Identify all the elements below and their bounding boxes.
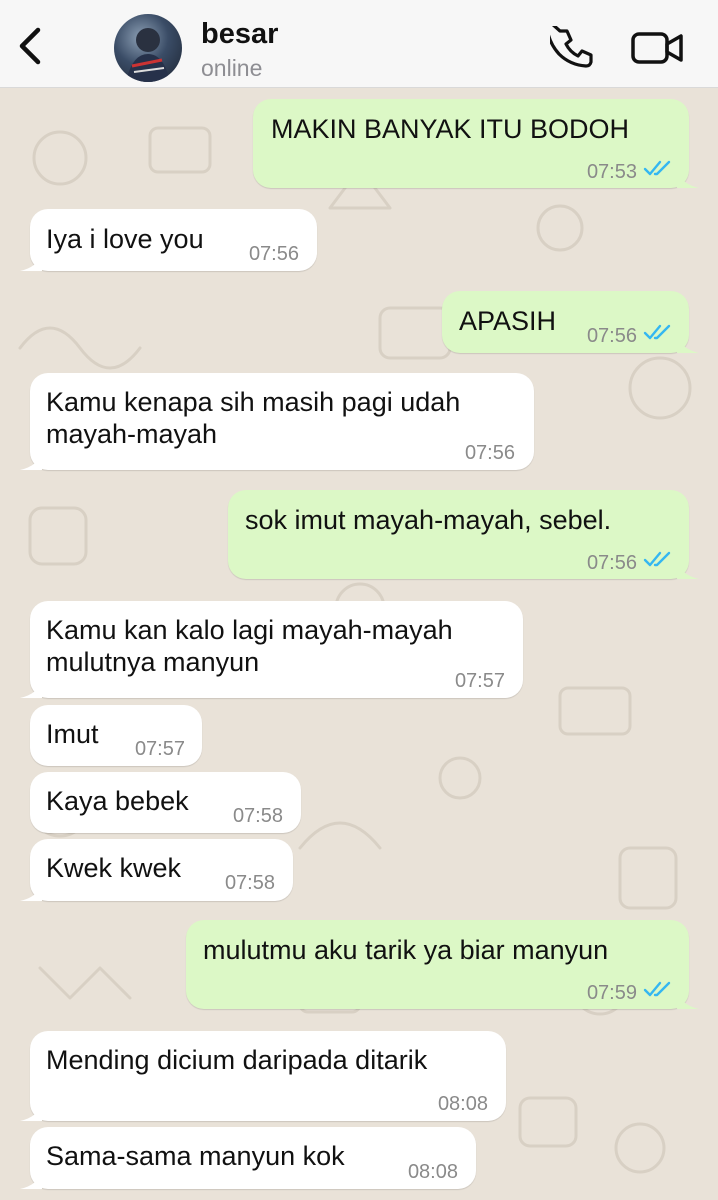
message-time: 07:58 [224,872,275,894]
message-time: 07:56 [586,552,637,574]
message-text: Iya i love you [46,224,204,254]
contact-name[interactable]: besar [201,18,278,51]
double-check-icon [643,324,671,340]
message-time: 08:08 [437,1093,488,1115]
message-incoming[interactable]: Kaya bebek 07:58 [30,772,301,833]
message-outgoing[interactable]: MAKIN BANYAK ITU BODOH 07:53 [253,99,699,188]
message-text: mulutmu aku tarik ya biar manyun [203,935,609,965]
message-time: 08:08 [407,1161,458,1183]
message-time: 07:56 [248,243,299,265]
message-outgoing[interactable]: mulutmu aku tarik ya biar manyun 07:59 [186,920,699,1009]
avatar-image [126,28,170,82]
message-time: 07:53 [586,161,637,183]
bubble-tail [20,452,42,470]
bubble-tail [677,991,699,1009]
message-time: 07:56 [464,442,515,464]
video-call-button[interactable] [630,28,686,68]
voice-call-button[interactable] [545,21,594,70]
bubble-tail [20,1103,42,1121]
message-time: 07:57 [454,670,505,692]
message-incoming[interactable]: Kamu kenapa sih masih pagi udah mayah-ma… [20,373,534,470]
message-text: Kamu kenapa sih masih pagi udah mayah-ma… [46,387,461,449]
message-incoming[interactable]: Kamu kan kalo lagi mayah-mayah mulutnya … [20,601,523,698]
message-incoming[interactable]: Imut 07:57 [30,705,202,766]
message-time: 07:56 [586,325,637,347]
bubble-tail [677,335,699,353]
message-text: Kwek kwek [46,853,182,883]
message-text: MAKIN BANYAK ITU BODOH [271,114,630,144]
bubble-tail [677,170,699,188]
message-text: sok imut mayah-mayah, sebel. [245,505,612,535]
chat-header: besar online [0,0,718,88]
bubble-tail [677,561,699,579]
bubble-tail [20,1171,42,1189]
back-button[interactable] [14,24,48,68]
bubble-tail [20,253,42,271]
double-check-icon [643,551,671,567]
message-text: Sama-sama manyun kok [46,1141,345,1171]
phone-icon [545,21,593,68]
message-text: Kaya bebek [46,786,189,816]
message-text: Kamu kan kalo lagi mayah-mayah mulutnya … [46,615,453,677]
message-time: 07:58 [232,805,283,827]
message-outgoing[interactable]: APASIH 07:56 [442,291,699,353]
chevron-left-icon [19,27,41,65]
double-check-icon [643,981,671,997]
double-check-icon [643,160,671,176]
message-incoming[interactable]: Sama-sama manyun kok 08:08 [20,1127,476,1189]
contact-status: online [201,55,263,81]
video-camera-icon [631,32,683,64]
message-time: 07:59 [586,982,637,1004]
message-incoming[interactable]: Mending dicium daripada ditarik 08:08 [20,1031,506,1121]
bubble-tail [20,680,42,698]
message-text: Imut [46,719,99,749]
message-text: Mending dicium daripada ditarik [46,1045,428,1075]
message-text: APASIH [459,306,557,336]
contact-avatar[interactable] [114,14,182,82]
message-incoming[interactable]: Iya i love you 07:56 [20,209,317,271]
message-time: 07:57 [134,738,185,760]
message-outgoing[interactable]: sok imut mayah-mayah, sebel. 07:56 [228,490,699,579]
bubble-tail [20,883,42,901]
message-incoming[interactable]: Kwek kwek 07:58 [20,839,293,901]
